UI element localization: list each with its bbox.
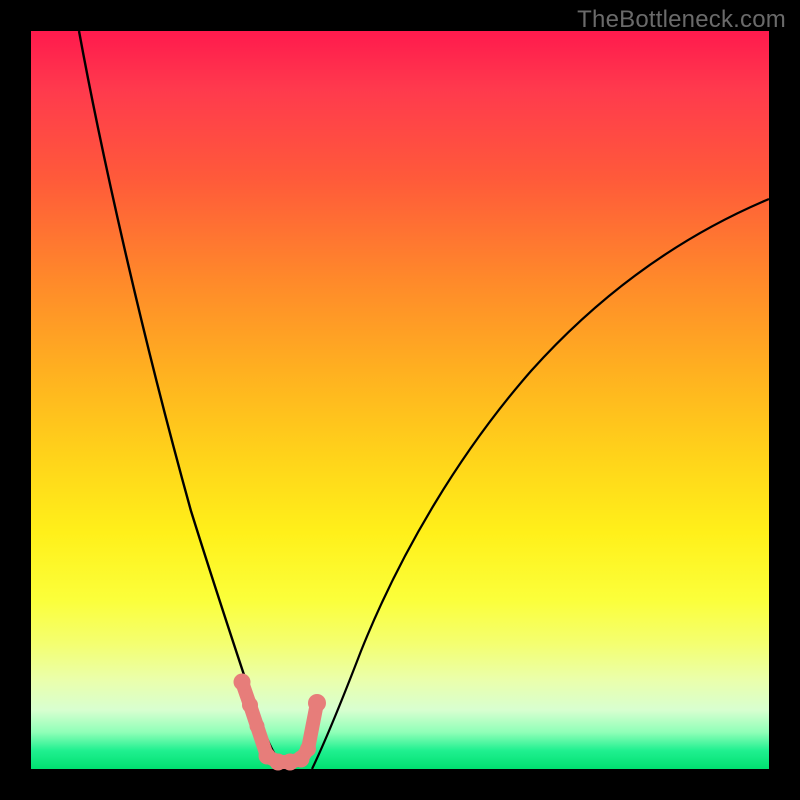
markers-trough — [234, 674, 327, 771]
left-curve — [79, 31, 285, 769]
chart-svg — [31, 31, 769, 769]
watermark-text: TheBottleneck.com — [577, 6, 786, 34]
plot-area — [31, 31, 769, 769]
right-curve — [312, 199, 769, 769]
chart-frame: TheBottleneck.com — [0, 0, 800, 800]
